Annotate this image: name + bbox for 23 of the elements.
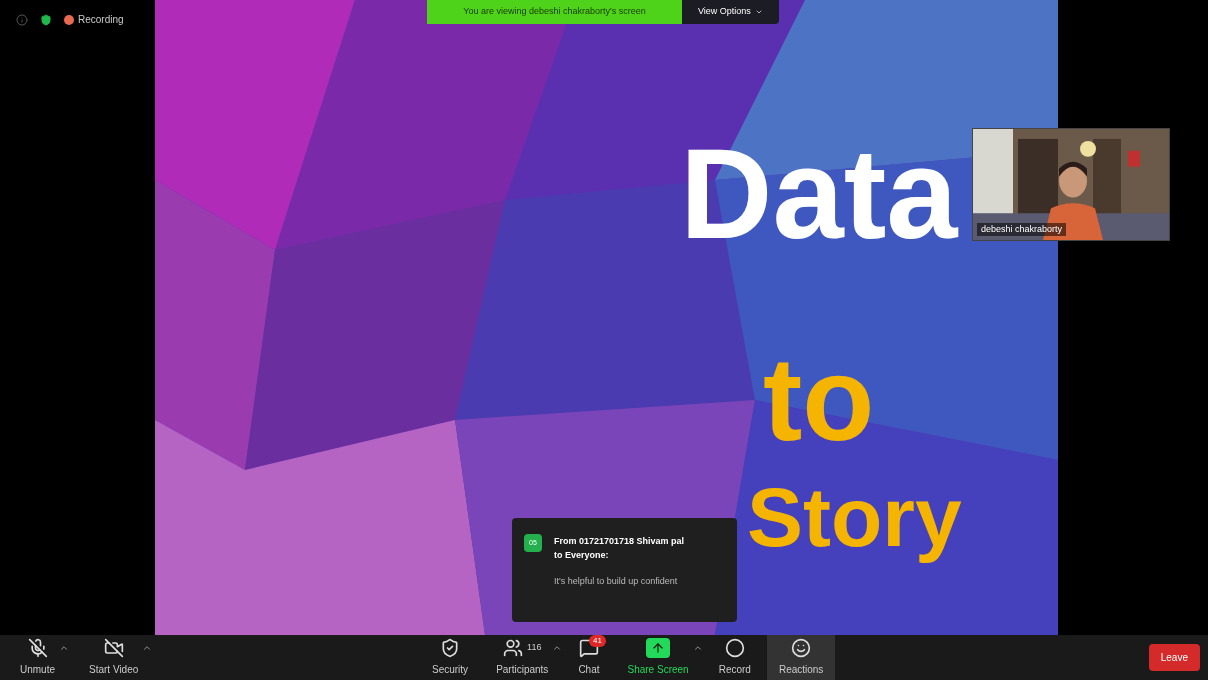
toolbar-button[interactable]: Reactions <box>766 635 836 680</box>
toolbar-button[interactable]: Share Screen <box>615 635 701 680</box>
recording-label: Recording <box>78 13 124 27</box>
smiley-icon <box>791 638 812 658</box>
options-caret[interactable] <box>692 643 703 653</box>
options-caret[interactable] <box>552 643 563 653</box>
people-icon <box>503 638 524 658</box>
toolbar-button[interactable]: Unmute <box>8 635 67 680</box>
toolbar-button[interactable]: Security <box>420 635 481 680</box>
toolbar-button[interactable]: Start Video <box>77 635 151 680</box>
record-icon <box>724 638 745 658</box>
participant-count: 116 <box>527 641 542 655</box>
leave-button[interactable]: Leave <box>1148 644 1200 671</box>
options-caret[interactable] <box>59 643 69 653</box>
toolbar-button[interactable]: Record <box>706 635 763 680</box>
toolbar-button[interactable]: 116 Participants <box>484 635 561 680</box>
unread-badge: 41 <box>588 635 606 647</box>
muted-microphone-icon <box>27 638 48 658</box>
shield-icon[interactable] <box>40 13 52 26</box>
toolbar-button[interactable]: Chat 41 <box>566 635 612 680</box>
shield-icon <box>440 638 461 658</box>
video-off-icon <box>103 638 124 658</box>
options-caret[interactable] <box>142 643 153 653</box>
